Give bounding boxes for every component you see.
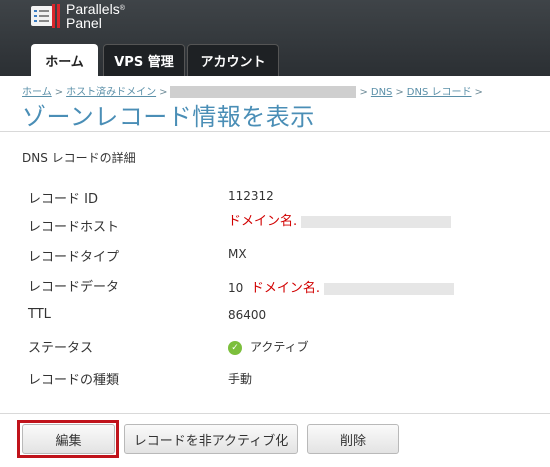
breadcrumb-dns-records-link[interactable]: DNS レコード xyxy=(407,87,472,98)
redacted-host xyxy=(300,215,451,228)
record-id-value: 112312 xyxy=(228,189,274,203)
check-circle-icon: ✓ xyxy=(228,340,242,355)
status-value: アクティブ xyxy=(250,340,309,354)
status-value-wrap: ✓ アクティブ xyxy=(228,338,309,355)
detail-row-record-kind: レコードの種類 手動 xyxy=(0,369,550,393)
record-type-value: MX xyxy=(228,247,247,261)
redacted-data xyxy=(323,282,454,295)
button-bar-divider xyxy=(0,413,550,414)
app-logo-text: Parallels® Panel xyxy=(66,2,125,30)
tab-vps-management[interactable]: VPS 管理 xyxy=(103,44,185,76)
tab-home[interactable]: ホーム xyxy=(31,44,98,76)
record-host-value: ドメイン名. xyxy=(228,214,298,229)
edit-button[interactable]: 編集 xyxy=(22,424,115,454)
parallels-logo-icon xyxy=(31,4,60,28)
detail-row-record-id: レコード ID 112312 xyxy=(0,188,550,212)
deactivate-record-button[interactable]: レコードを非アクティブ化 xyxy=(124,424,298,454)
ttl-label: TTL xyxy=(28,307,51,322)
breadcrumb-separator: > xyxy=(359,87,368,98)
logo-line2: Panel xyxy=(66,15,102,31)
logo-mark: ® xyxy=(119,5,125,12)
record-data-priority: 10 xyxy=(228,281,244,295)
tab-account[interactable]: アカウント xyxy=(187,44,279,76)
detail-row-status: ステータス ✓ アクティブ xyxy=(0,337,550,361)
breadcrumb: ホーム > ホスト済みドメイン > > DNS > DNS レコード > xyxy=(22,83,486,98)
detail-row-ttl: TTL 86400 xyxy=(0,307,550,331)
section-title: DNS レコードの詳細 xyxy=(22,151,136,165)
breadcrumb-separator: > xyxy=(474,87,483,98)
record-data-value: ドメイン名. xyxy=(250,281,321,296)
record-kind-label: レコードの種類 xyxy=(28,373,120,388)
breadcrumb-dns-link[interactable]: DNS xyxy=(371,87,393,98)
ttl-value: 86400 xyxy=(228,308,267,322)
record-type-label: レコードタイプ xyxy=(28,250,120,265)
title-divider xyxy=(0,131,550,132)
record-host-value-wrap: ドメイン名. xyxy=(228,210,451,229)
detail-row-record-type: レコードタイプ MX xyxy=(0,246,550,270)
record-data-label: レコードデータ xyxy=(28,280,120,295)
record-host-label: レコードホスト xyxy=(28,220,120,235)
status-label: ステータス xyxy=(28,341,94,356)
page-title: ゾーンレコード情報を表示 xyxy=(22,103,315,131)
record-id-label: レコード ID xyxy=(28,192,98,207)
record-data-value-wrap: 10 ドメイン名. xyxy=(228,277,454,296)
record-kind-value: 手動 xyxy=(228,372,253,386)
delete-button[interactable]: 削除 xyxy=(307,424,399,454)
top-header: Parallels® Panel ホーム VPS 管理 アカウント xyxy=(0,0,550,76)
breadcrumb-separator: > xyxy=(395,87,404,98)
detail-row-record-data: レコードデータ 10 ドメイン名. xyxy=(0,276,550,300)
detail-row-record-host: レコードホスト ドメイン名. xyxy=(0,214,550,240)
